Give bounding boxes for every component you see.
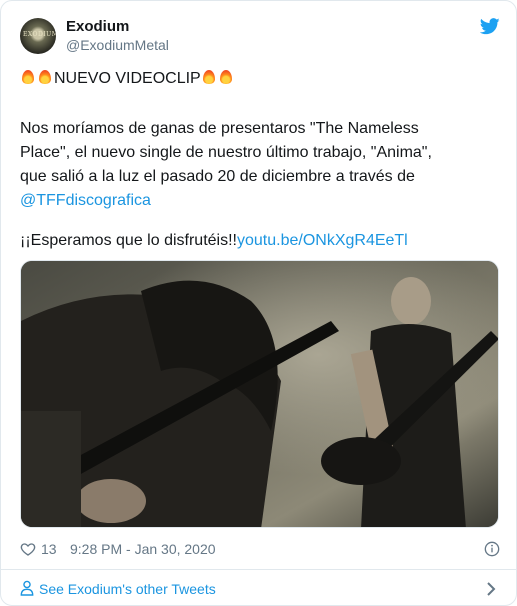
fire-icon — [20, 68, 36, 86]
chevron-right-icon — [487, 582, 496, 596]
fire-icon — [37, 68, 53, 86]
tweet-footer: 13 9:28 PM - Jan 30, 2020 — [20, 539, 500, 561]
see-other-tweets-label[interactable]: See Exodium's other Tweets — [39, 581, 216, 597]
video-thumbnail[interactable] — [20, 260, 499, 528]
tweet-headline: NUEVO VIDEOCLIP — [20, 67, 235, 91]
info-icon[interactable] — [484, 541, 500, 557]
user-icon — [20, 580, 34, 596]
see-other-tweets-link[interactable]: See Exodium's other Tweets — [20, 578, 500, 600]
heart-icon[interactable] — [20, 541, 36, 557]
author-handle[interactable]: @ExodiumMetal — [66, 37, 169, 53]
youtube-link[interactable]: youtu.be/ONkXgR4EeTl — [237, 232, 408, 249]
video-still-image — [21, 261, 498, 527]
twitter-bird-icon[interactable] — [480, 18, 500, 35]
body-line: Place", el nuevo single de nuestro últim… — [20, 144, 432, 161]
body-line: que salió a la luz el pasado 20 de dicie… — [20, 168, 415, 185]
fire-icon — [218, 68, 234, 86]
mention-link[interactable]: @TFFdiscografica — [20, 189, 151, 213]
divider — [0, 569, 517, 570]
body-line: Nos moríamos de ganas de presentaros "Th… — [20, 120, 419, 137]
timestamp[interactable]: 9:28 PM - Jan 30, 2020 — [70, 541, 216, 557]
avatar[interactable]: EXODIUM — [20, 18, 56, 54]
tweet-header: EXODIUM Exodium @ExodiumMetal — [20, 16, 500, 60]
headline-text: NUEVO VIDEOCLIP — [54, 70, 201, 87]
like-count[interactable]: 13 — [41, 541, 57, 557]
closing-text: ¡¡Esperamos que lo disfrutéis!! — [20, 232, 237, 249]
closing-line: ¡¡Esperamos que lo disfrutéis!!youtu.be/… — [20, 229, 408, 253]
fire-icon — [201, 68, 217, 86]
author-name[interactable]: Exodium — [66, 18, 129, 35]
avatar-logo: EXODIUM — [23, 31, 56, 38]
